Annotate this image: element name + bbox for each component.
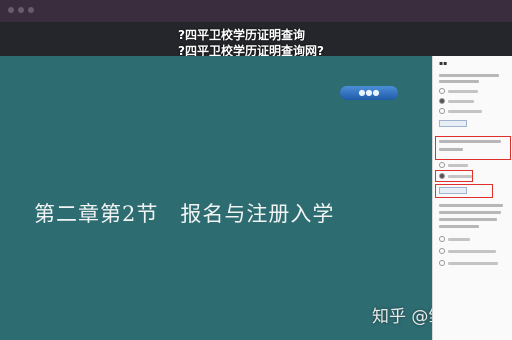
- q1-option-c[interactable]: [439, 108, 482, 114]
- window-dot-icon: [8, 7, 14, 13]
- course-logo: ●●●: [340, 86, 398, 100]
- panel-header-icon: ▪▪: [439, 60, 448, 67]
- radio-icon: [439, 88, 445, 94]
- q2-answer-chip: [439, 187, 467, 194]
- window-dot-icon: [18, 7, 24, 13]
- radio-icon: [439, 162, 445, 168]
- q3-option-b[interactable]: [439, 248, 496, 254]
- q3-option-c[interactable]: [439, 260, 498, 266]
- q1-option-b[interactable]: [439, 98, 474, 104]
- question-1-text: [439, 74, 499, 77]
- question-1-text-2: [439, 80, 479, 83]
- question-2-text: [439, 140, 501, 143]
- question-3-text-4: [439, 225, 479, 228]
- question-3-text-2: [439, 211, 501, 214]
- radio-icon: [439, 98, 445, 104]
- window-top-bar: [0, 0, 512, 22]
- radio-icon: [439, 236, 445, 242]
- radio-icon: [439, 173, 445, 179]
- q2-option-b[interactable]: [439, 173, 472, 179]
- question-3-text-3: [439, 218, 497, 221]
- radio-icon: [439, 108, 445, 114]
- window-dot-icon: [28, 7, 34, 13]
- q1-option-a[interactable]: [439, 88, 478, 94]
- q3-option-a[interactable]: [439, 236, 470, 242]
- q2-option-a[interactable]: [439, 162, 468, 168]
- caption-line-1: ?四平卫校学历证明查询: [178, 28, 305, 42]
- question-2-text-2: [439, 148, 463, 151]
- question-3-text: [439, 204, 503, 207]
- slide-title: 第二章第2节 报名与注册入学: [34, 202, 335, 226]
- caption: ?四平卫校学历证明查询 ?四平卫校学历证明查询网?: [178, 27, 324, 59]
- window-controls: [8, 7, 34, 13]
- radio-icon: [439, 248, 445, 254]
- radio-icon: [439, 260, 445, 266]
- q1-answer-chip: [439, 120, 467, 127]
- quiz-side-panel[interactable]: ▪▪: [432, 56, 512, 340]
